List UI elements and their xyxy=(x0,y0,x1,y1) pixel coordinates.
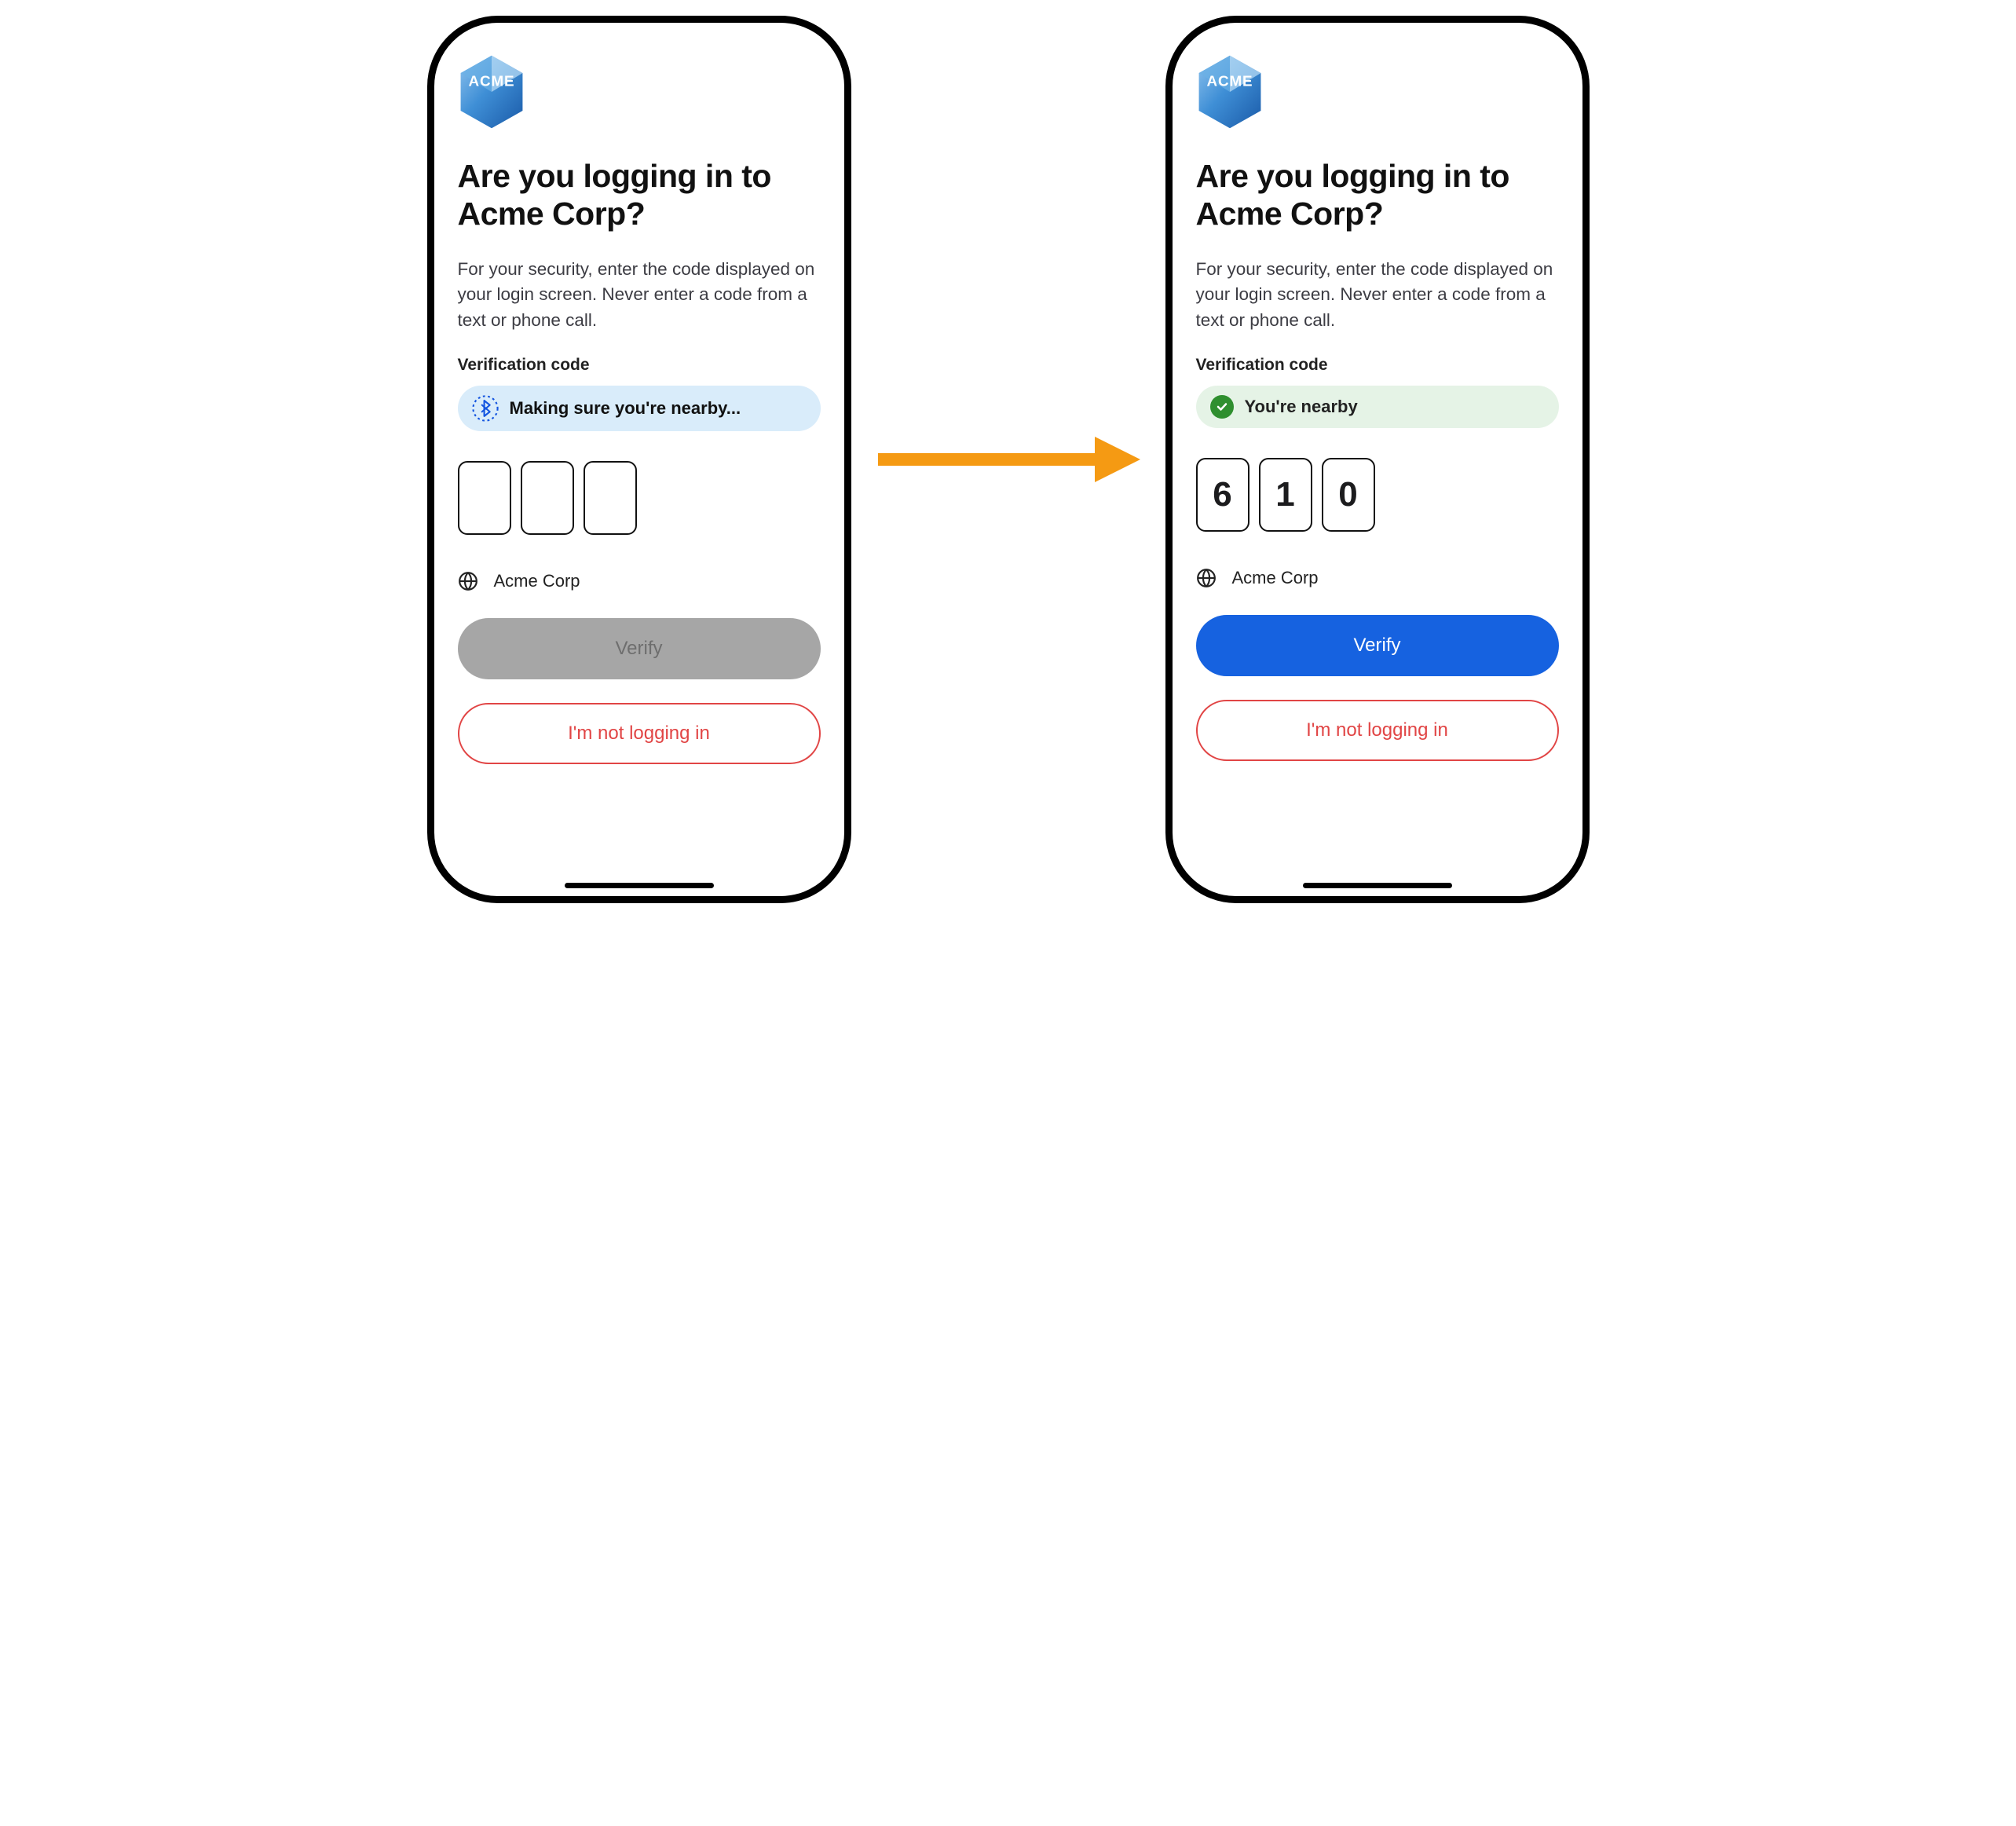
security-instructions: For your security, enter the code displa… xyxy=(458,257,821,334)
code-digit-3[interactable]: 0 xyxy=(1322,458,1375,532)
deny-button[interactable]: I'm not logging in xyxy=(1196,700,1559,761)
code-digit-2[interactable] xyxy=(521,461,574,535)
brand-name: ACME xyxy=(1206,72,1253,89)
code-digit-1[interactable]: 6 xyxy=(1196,458,1249,532)
page-title: Are you logging in to Acme Corp? xyxy=(458,157,821,233)
brand-logo: ACME xyxy=(1196,54,1559,134)
phone-frame-after: ACME Are you logging in to Acme Corp? Fo… xyxy=(1165,16,1590,903)
globe-icon xyxy=(1196,568,1217,588)
code-digit-3[interactable] xyxy=(584,461,637,535)
verification-code-inputs xyxy=(458,461,821,535)
brand-name: ACME xyxy=(468,72,514,89)
home-indicator[interactable] xyxy=(565,883,714,888)
verification-code-label: Verification code xyxy=(458,356,821,375)
transition-arrow xyxy=(875,432,1142,487)
security-instructions: For your security, enter the code displa… xyxy=(1196,257,1559,334)
deny-button[interactable]: I'm not logging in xyxy=(458,703,821,764)
requesting-org: Acme Corp xyxy=(1196,568,1559,588)
two-state-comparison: ACME Are you logging in to Acme Corp? Fo… xyxy=(16,16,2000,903)
proximity-status-checking: Making sure you're nearby... xyxy=(458,386,821,431)
org-name: Acme Corp xyxy=(1232,568,1319,588)
verification-code-label: Verification code xyxy=(1196,356,1559,375)
org-name: Acme Corp xyxy=(494,571,580,591)
verify-button: Verify xyxy=(458,618,821,679)
home-indicator[interactable] xyxy=(1303,883,1452,888)
acme-hex-logo: ACME xyxy=(1196,54,1264,130)
acme-hex-logo: ACME xyxy=(458,54,525,130)
checkmark-icon xyxy=(1210,395,1234,419)
page-title: Are you logging in to Acme Corp? xyxy=(1196,157,1559,233)
phone-frame-before: ACME Are you logging in to Acme Corp? Fo… xyxy=(427,16,851,903)
proximity-status-nearby: You're nearby xyxy=(1196,386,1559,428)
verify-button[interactable]: Verify xyxy=(1196,615,1559,676)
code-digit-1[interactable] xyxy=(458,461,511,535)
arrow-right-icon xyxy=(875,432,1142,487)
requesting-org: Acme Corp xyxy=(458,571,821,591)
code-digit-2[interactable]: 1 xyxy=(1259,458,1312,532)
bluetooth-scanning-icon xyxy=(472,395,499,422)
brand-logo: ACME xyxy=(458,54,821,134)
globe-icon xyxy=(458,571,478,591)
verification-code-inputs: 6 1 0 xyxy=(1196,458,1559,532)
proximity-status-text: You're nearby xyxy=(1245,397,1358,417)
proximity-status-text: Making sure you're nearby... xyxy=(510,398,741,419)
